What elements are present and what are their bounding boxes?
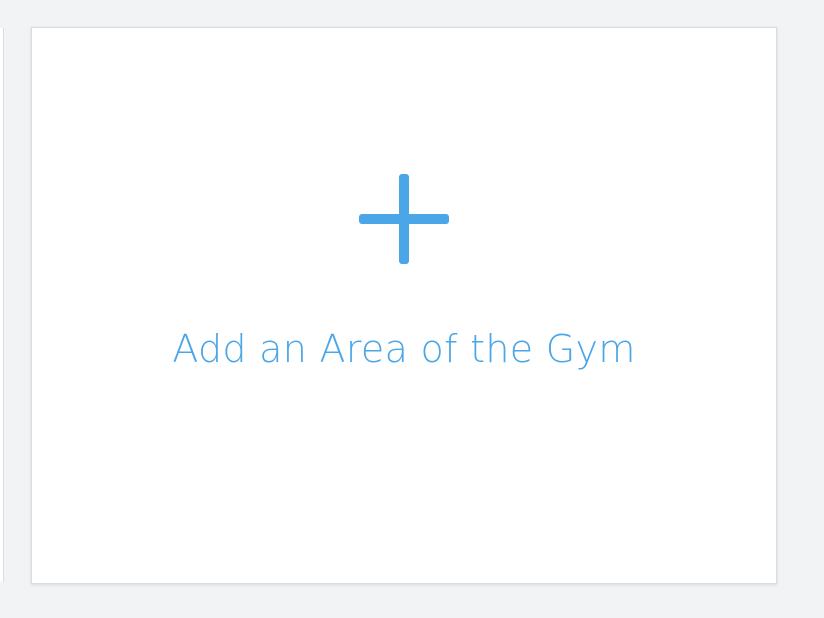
add-area-card[interactable]: Add an Area of the Gym <box>31 27 777 584</box>
add-area-label: Add an Area of the Gym <box>172 327 636 371</box>
plus-icon <box>358 173 450 265</box>
adjacent-card-edge <box>0 28 4 582</box>
